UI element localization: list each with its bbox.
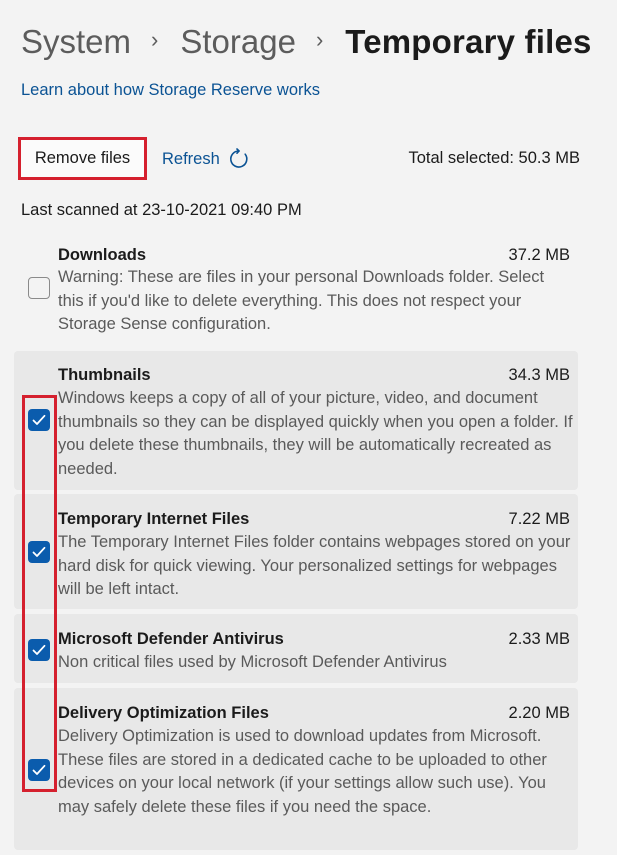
item-title: Downloads xyxy=(58,246,147,264)
list-item-delivery-optimization-files: Delivery Optimization Files 2.20 MB Deli… xyxy=(14,688,578,850)
last-scanned: Last scanned at 23-10-2021 09:40 PM xyxy=(21,201,302,219)
item-size: 7.22 MB xyxy=(508,510,570,528)
temporary-internet-files-checkbox[interactable] xyxy=(28,541,50,563)
breadcrumb-system[interactable]: System xyxy=(21,20,131,64)
list-item-thumbnails: Thumbnails 34.3 MB Windows keeps a copy … xyxy=(14,351,578,490)
list-item-downloads: Downloads 37.2 MB Warning: These are fil… xyxy=(14,238,578,346)
item-size: 37.2 MB xyxy=(508,246,570,264)
refresh-icon xyxy=(229,148,248,168)
list-item-temporary-internet-files: Temporary Internet Files 7.22 MB The Tem… xyxy=(14,494,578,609)
item-size: 2.20 MB xyxy=(508,704,570,722)
microsoft-defender-antivirus-checkbox[interactable] xyxy=(28,639,50,661)
item-description: The Temporary Internet Files folder cont… xyxy=(58,533,571,598)
checkmark-icon xyxy=(32,644,46,655)
breadcrumb-chevron-icon: › xyxy=(151,27,159,52)
item-title: Microsoft Defender Antivirus xyxy=(58,630,284,648)
breadcrumb-chevron-icon: › xyxy=(315,27,324,52)
item-size: 34.3 MB xyxy=(508,366,570,384)
item-description: Windows keeps a copy of all of your pict… xyxy=(58,389,573,478)
item-title: Temporary Internet Files xyxy=(58,510,250,528)
list-item-microsoft-defender-antivirus: Microsoft Defender Antivirus 2.33 MB Non… xyxy=(14,614,578,683)
refresh-label: Refresh xyxy=(162,149,220,168)
item-description: Non critical files used by Microsoft Def… xyxy=(58,653,447,671)
remove-files-label: Remove files xyxy=(34,149,131,167)
checkmark-icon xyxy=(32,764,46,775)
remove-files-button[interactable]: Remove files xyxy=(18,137,147,180)
item-size: 2.33 MB xyxy=(508,630,570,648)
page-title: Temporary files xyxy=(345,23,592,60)
item-description: Warning: These are files in your persona… xyxy=(58,268,545,333)
checkmark-icon xyxy=(32,546,46,557)
checkmark-icon xyxy=(32,414,46,425)
total-selected: Total selected: 50.3 MB xyxy=(408,149,580,167)
item-title: Delivery Optimization Files xyxy=(58,704,269,722)
breadcrumb: System › Storage › Temporary files xyxy=(21,20,617,64)
delivery-optimization-files-checkbox[interactable] xyxy=(28,759,50,781)
downloads-checkbox[interactable] xyxy=(28,277,50,299)
refresh-button[interactable]: Refresh xyxy=(162,146,250,172)
storage-reserve-link[interactable]: Learn about how Storage Reserve works xyxy=(21,81,320,100)
thumbnails-checkbox[interactable] xyxy=(28,409,50,431)
item-description: Delivery Optimization is used to downloa… xyxy=(58,727,547,816)
item-title: Thumbnails xyxy=(58,366,151,384)
breadcrumb-storage[interactable]: Storage xyxy=(180,20,296,64)
